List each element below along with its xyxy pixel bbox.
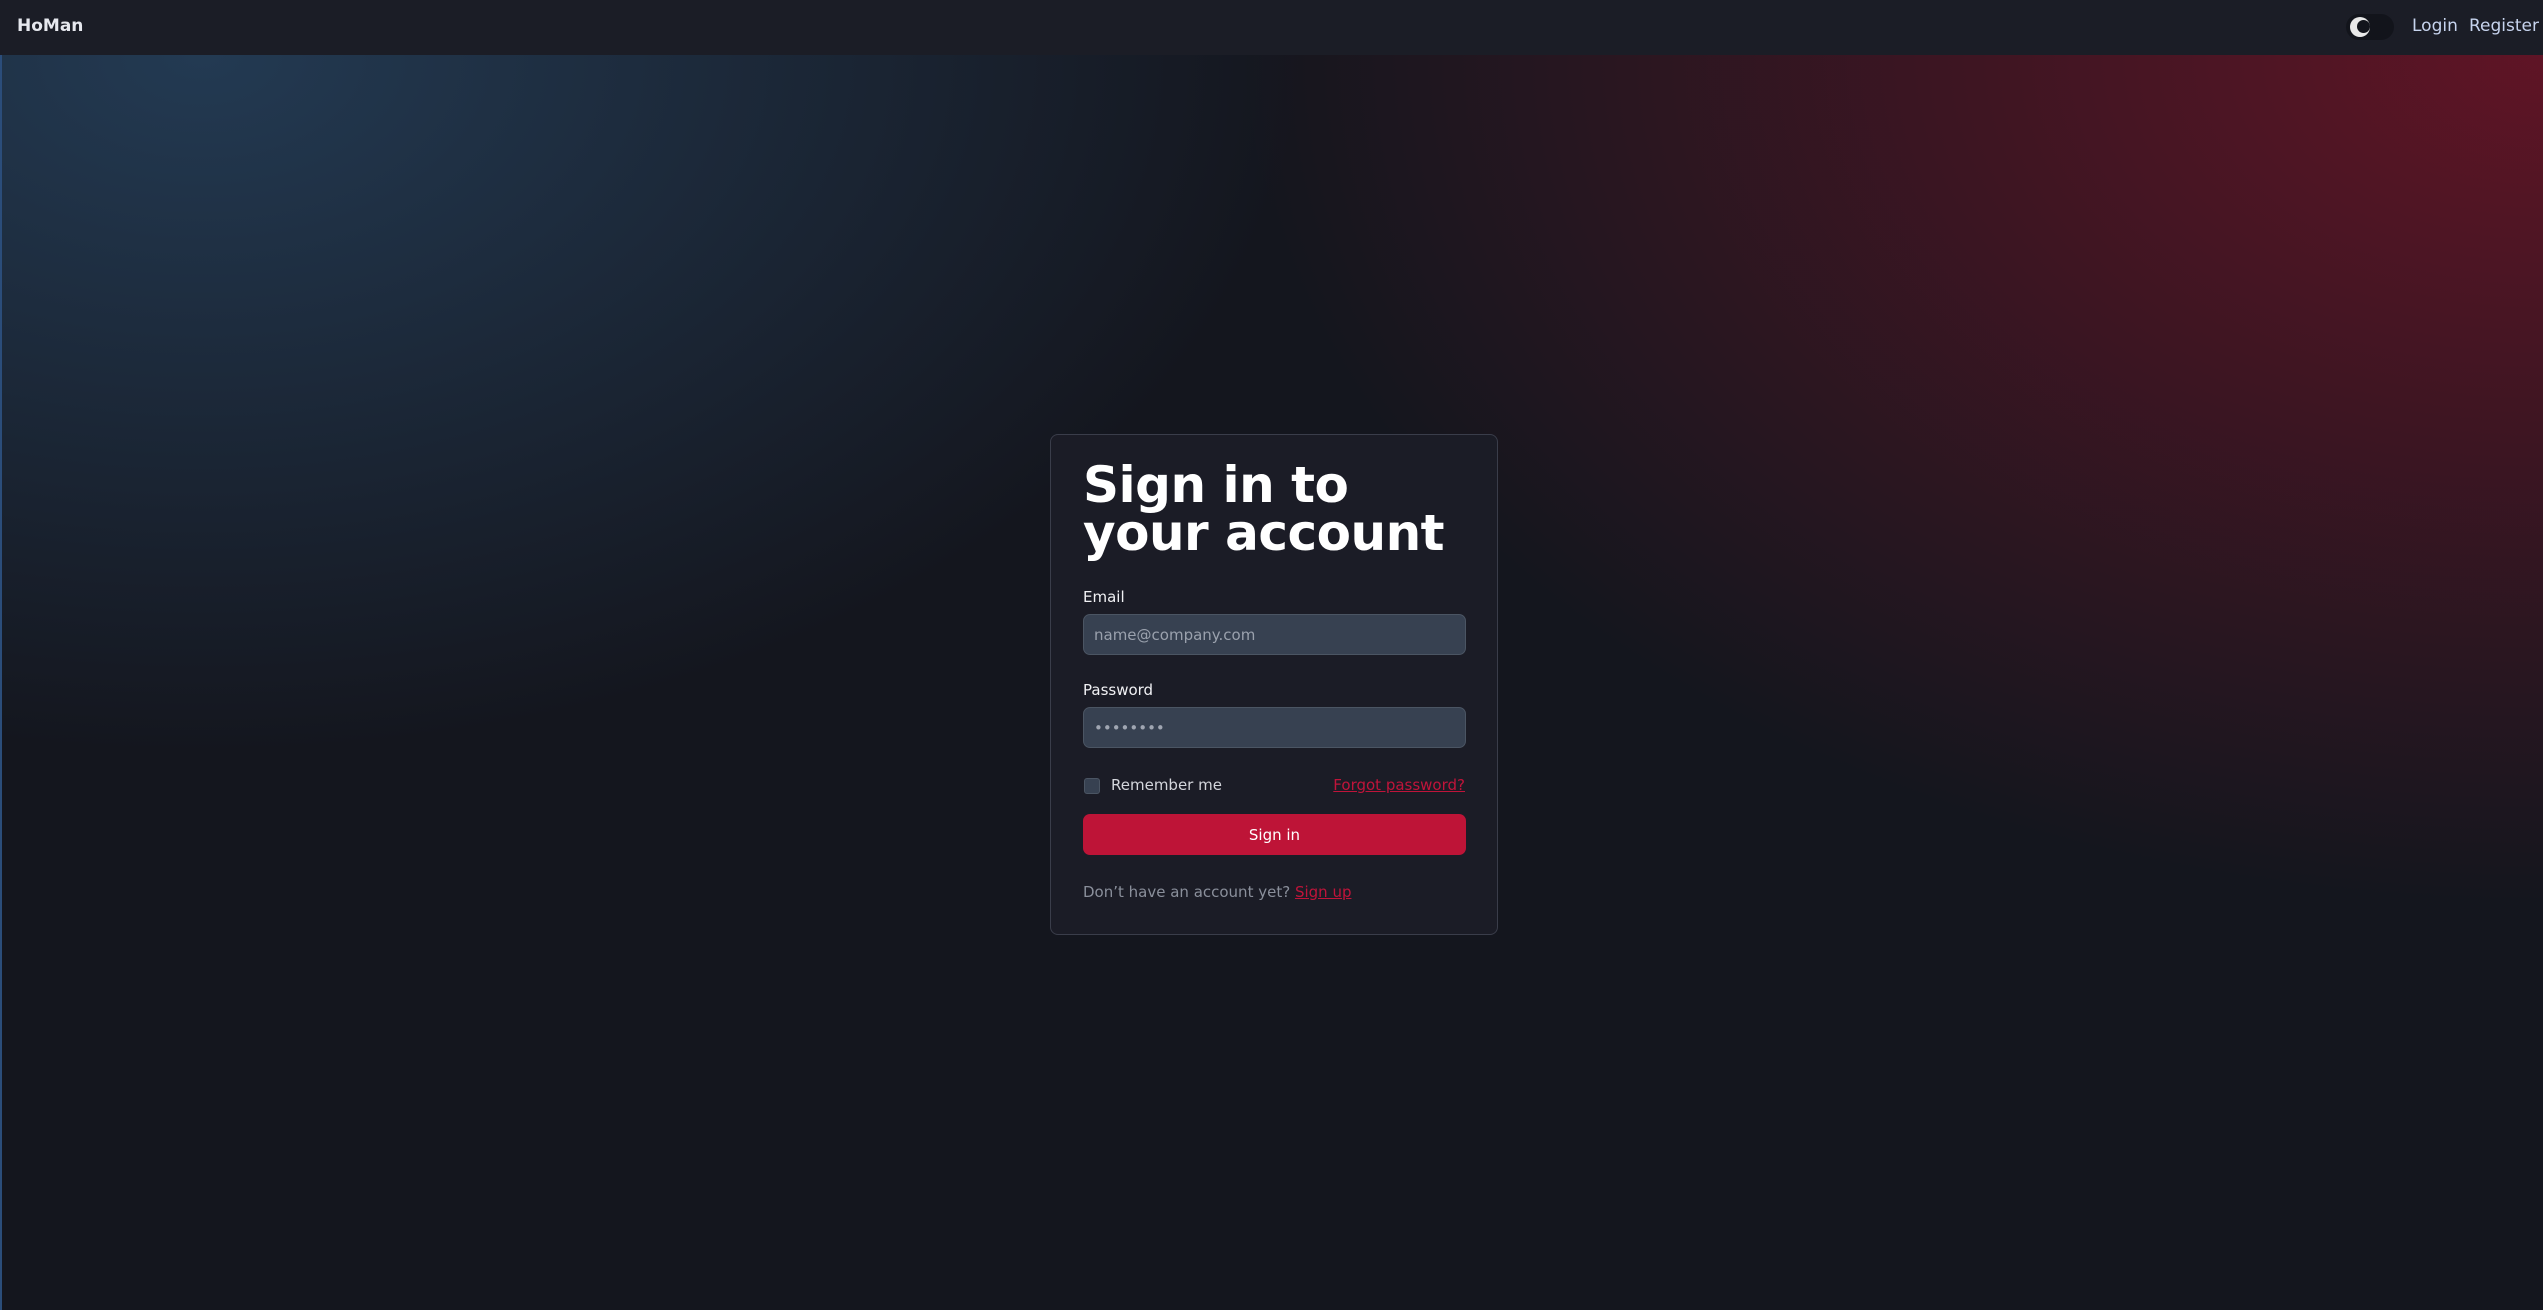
- moon-icon: [2350, 17, 2370, 37]
- page-title: Sign in to your account: [1083, 456, 1445, 562]
- password-input[interactable]: [1083, 707, 1466, 748]
- brand-logo[interactable]: HoMan: [17, 16, 83, 36]
- email-input[interactable]: [1083, 614, 1466, 655]
- password-label: Password: [1083, 681, 1154, 699]
- sign-up-link[interactable]: Sign up: [1295, 883, 1352, 901]
- signup-prompt: Don’t have an account yet? Sign up: [1083, 883, 1351, 901]
- nav-register-link[interactable]: Register: [2469, 16, 2539, 36]
- login-card: Sign in to your account Email Password R…: [1050, 434, 1498, 935]
- remember-label: Remember me: [1111, 776, 1222, 794]
- forgot-password-link[interactable]: Forgot password?: [1333, 776, 1465, 794]
- signup-prompt-text: Don’t have an account yet?: [1083, 883, 1291, 901]
- sign-in-button[interactable]: Sign in: [1083, 814, 1466, 855]
- email-label: Email: [1083, 588, 1125, 606]
- theme-toggle[interactable]: [2346, 14, 2394, 40]
- remember-checkbox[interactable]: [1084, 778, 1100, 794]
- navbar: HoMan Login Register: [0, 0, 2543, 55]
- nav-login-link[interactable]: Login: [2412, 16, 2458, 36]
